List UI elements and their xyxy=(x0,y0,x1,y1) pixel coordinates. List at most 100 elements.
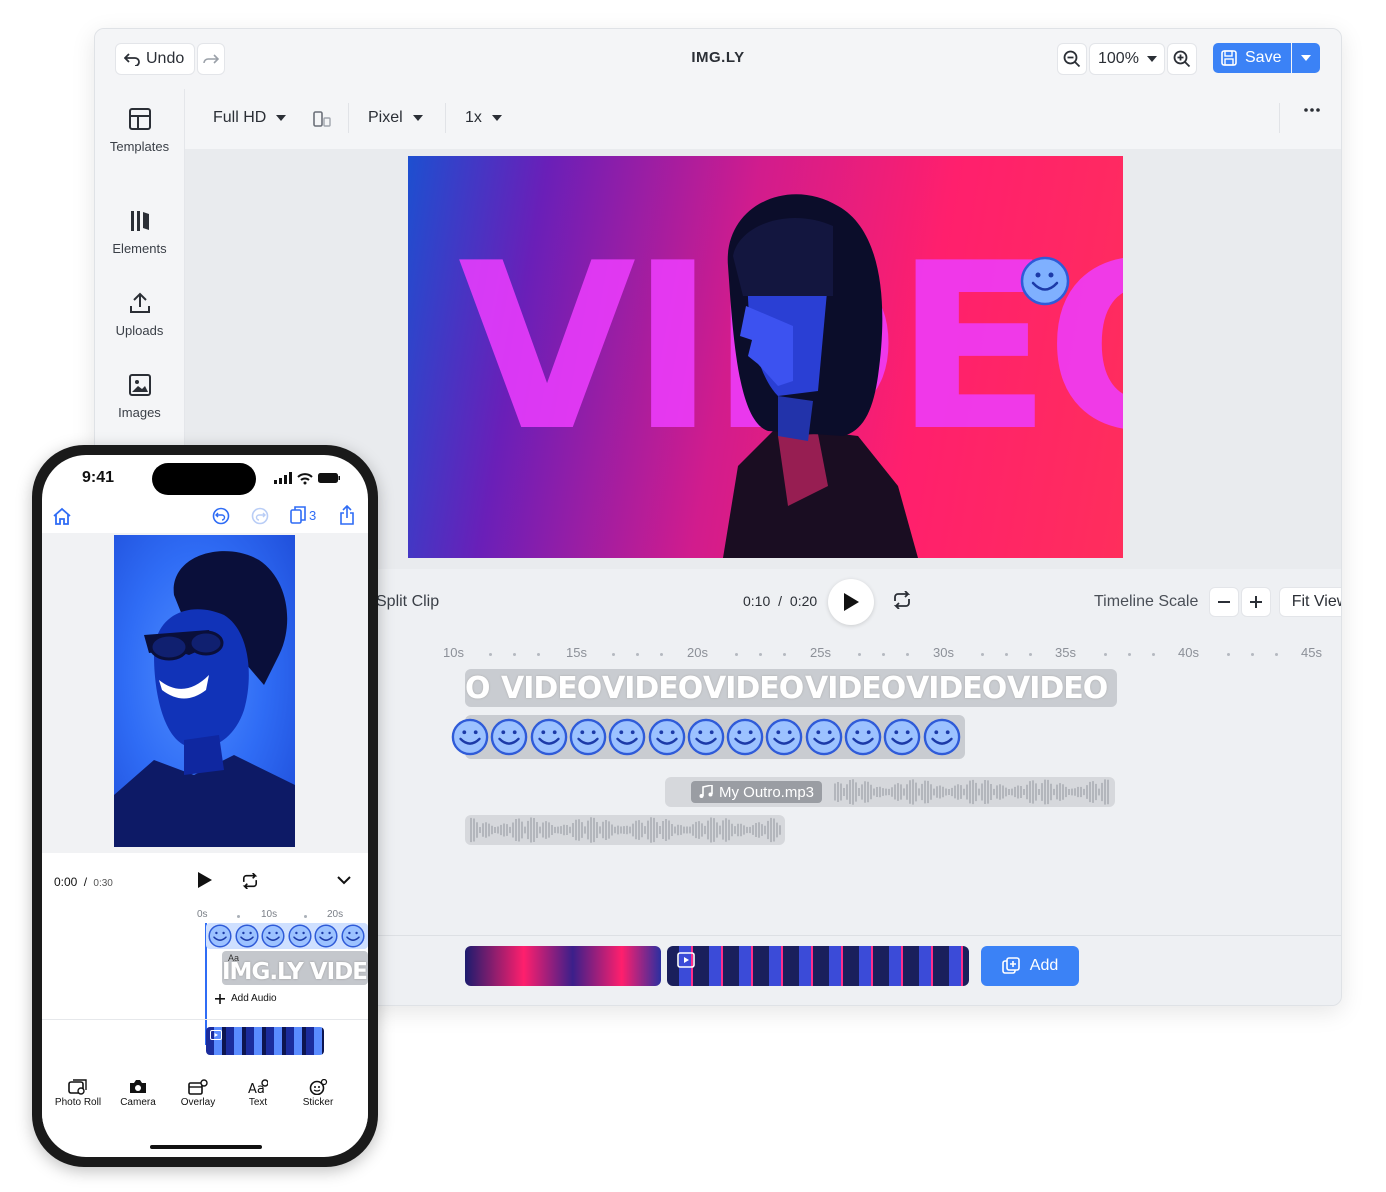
pages-count: 3 xyxy=(309,507,317,523)
pages-button[interactable]: 3 xyxy=(290,506,316,524)
split-clip-button[interactable]: Split Clip xyxy=(376,593,439,611)
play-icon[interactable] xyxy=(197,871,213,889)
text-clip-label: VIDEO xyxy=(501,671,602,706)
video-clip[interactable] xyxy=(667,946,969,986)
add-clip-button[interactable]: Add xyxy=(981,946,1079,986)
timeline-tick-dot xyxy=(1005,653,1008,656)
portrait-image[interactable] xyxy=(114,535,295,847)
add-audio-button[interactable]: Add Audio xyxy=(215,993,277,1004)
sidebar-item-uploads[interactable]: Uploads xyxy=(95,291,184,338)
zoom-out-icon xyxy=(1063,50,1081,68)
sidebar-item-label: Uploads xyxy=(115,323,164,338)
tool-camera[interactable]: Camera xyxy=(108,1079,168,1108)
timeline-tick-dot xyxy=(906,653,909,656)
share-icon[interactable] xyxy=(339,505,355,525)
timeline-tick-dot xyxy=(489,653,492,656)
undo-icon[interactable] xyxy=(212,507,230,525)
chevron-down-icon[interactable] xyxy=(337,876,351,885)
home-icon[interactable] xyxy=(52,507,72,525)
video-clip[interactable] xyxy=(206,1027,324,1055)
scale-label: 1x xyxy=(465,109,482,126)
minus-icon xyxy=(1218,601,1230,603)
format-dropdown[interactable]: Full HD xyxy=(213,109,287,127)
time-separator: / xyxy=(83,875,88,889)
audio-track-clip[interactable] xyxy=(465,815,785,845)
plus-icon xyxy=(1250,596,1262,608)
smiley-sticker-icon xyxy=(569,718,607,756)
add-media-icon xyxy=(1001,957,1020,974)
unit-label: Pixel xyxy=(368,109,403,126)
timeline-tick-dot xyxy=(660,653,663,656)
tool-label: Text xyxy=(248,1097,268,1108)
portrait-illustration xyxy=(114,551,295,847)
smiley-sticker-icon xyxy=(340,924,365,948)
add-audio-label: Add Audio xyxy=(231,993,277,1004)
timeline-tick-dot xyxy=(882,653,885,656)
text-clip-label: VIDEO xyxy=(805,671,906,706)
smiley-sticker-icon xyxy=(314,924,338,948)
timeline-tick: 20s xyxy=(327,909,344,920)
orientation-toggle[interactable] xyxy=(313,111,331,127)
audio-track-clip[interactable]: My Outro.mp3 xyxy=(665,777,1115,807)
music-note-icon xyxy=(699,785,713,798)
timeline-tick: 20s xyxy=(687,645,708,660)
scale-dropdown[interactable]: 1x xyxy=(465,109,502,127)
photo-roll-icon xyxy=(68,1079,87,1095)
timeline-tick: 40s xyxy=(1178,645,1199,660)
status-time: 9:41 xyxy=(82,469,115,486)
smiley-sticker-icon xyxy=(687,718,725,756)
timeline-tick-dot xyxy=(537,653,540,656)
sticker-track-clip[interactable] xyxy=(206,923,368,949)
timeline-tick-dot xyxy=(636,653,639,656)
audio-clip-label: My Outro.mp3 xyxy=(691,781,823,803)
smiley-sticker-icon xyxy=(884,718,921,756)
sidebar-item-label: Images xyxy=(118,405,161,420)
tool-label: Camera xyxy=(120,1097,156,1108)
fit-view-button[interactable]: Fit View xyxy=(1279,587,1341,617)
tool-photo-roll[interactable]: Photo Roll xyxy=(48,1079,108,1108)
redo-icon[interactable] xyxy=(251,507,269,525)
mobile-timeline[interactable]: 0s 10s 20s Aa IMG.LY VIDE Add Audio xyxy=(42,909,368,1059)
zoom-level-dropdown[interactable]: 100% xyxy=(1089,43,1165,75)
play-button[interactable] xyxy=(828,579,874,625)
loop-icon[interactable] xyxy=(892,591,912,609)
canvas-frame[interactable]: VIDEO xyxy=(408,156,1123,558)
more-options-button[interactable] xyxy=(1303,107,1321,113)
smiley-sticker-icon xyxy=(726,718,764,756)
sticker-track-clip[interactable] xyxy=(451,715,965,759)
save-button[interactable]: Save xyxy=(1213,43,1291,73)
timecode: 0:10 / 0:20 xyxy=(743,593,817,609)
text-track-clip[interactable]: Aa IMG.LY VIDE xyxy=(222,951,368,985)
sidebar-item-images[interactable]: Images xyxy=(95,373,184,420)
timeline-tick-dot xyxy=(612,653,615,656)
overlay-icon xyxy=(188,1079,208,1095)
loop-icon[interactable] xyxy=(241,873,259,889)
total-time: 0:30 xyxy=(93,878,113,889)
timeline-tick-dot xyxy=(1128,653,1131,656)
timeline-zoom-in-button[interactable] xyxy=(1241,587,1271,617)
smiley-sticker-icon xyxy=(451,718,489,756)
sidebar-item-elements[interactable]: Elements xyxy=(95,209,184,256)
zoom-out-button[interactable] xyxy=(1057,43,1087,75)
zoom-in-button[interactable] xyxy=(1167,43,1197,75)
tool-overlay[interactable]: Overlay xyxy=(168,1079,228,1108)
tool-sticker[interactable]: Sticker xyxy=(288,1079,348,1108)
video-clip[interactable] xyxy=(465,946,661,986)
mobile-device: 9:41 3 0:00 / 0:30 0s 10s 20s Aa IMG.LY … xyxy=(32,445,378,1167)
smiley-sticker-icon[interactable] xyxy=(1020,256,1070,306)
chevron-down-icon xyxy=(276,115,287,121)
camera-icon xyxy=(130,1080,146,1093)
home-indicator xyxy=(150,1145,262,1149)
timeline-tick: 15s xyxy=(566,645,587,660)
smiley-sticker-icon xyxy=(805,718,842,756)
sidebar-item-templates[interactable]: Templates xyxy=(95,107,184,154)
text-track-clip[interactable]: O VIDEO VIDEO VIDEO VIDEO VIDEO VIDEO xyxy=(465,669,1117,707)
timeline-scale-label: Timeline Scale xyxy=(1094,593,1199,610)
save-options-button[interactable] xyxy=(1292,43,1320,73)
unit-dropdown[interactable]: Pixel xyxy=(368,109,423,127)
save-icon xyxy=(1221,50,1237,66)
timeline-zoom-out-button[interactable] xyxy=(1209,587,1239,617)
tool-text[interactable]: Aa Text xyxy=(228,1079,288,1108)
portrait-image[interactable] xyxy=(628,186,928,558)
upload-icon xyxy=(129,292,150,313)
